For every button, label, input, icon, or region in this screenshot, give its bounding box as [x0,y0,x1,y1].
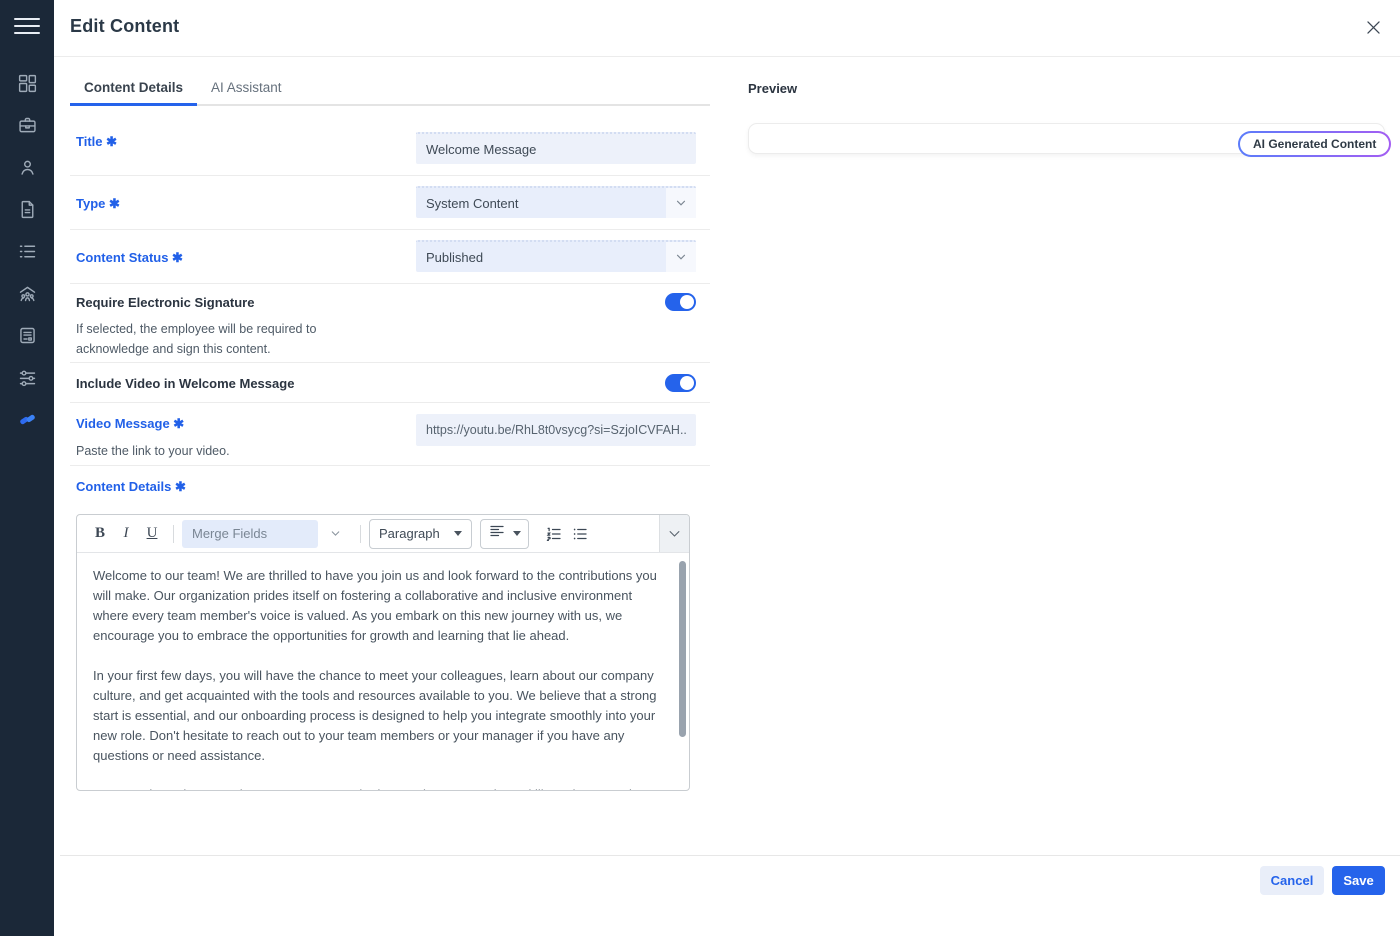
paragraph-style-value: Paragraph [379,526,440,541]
type-select-value: System Content [416,196,666,211]
editor-paragraph: In your first few days, you will have th… [93,666,663,767]
content-status-select-value: Published [416,250,666,265]
notes-icon[interactable] [6,315,48,357]
briefcase-icon[interactable] [6,105,48,147]
close-icon[interactable] [1359,13,1387,41]
tab-ai-assistant[interactable]: AI Assistant [197,74,296,104]
tab-bar: Content Details AI Assistant [70,74,710,106]
rich-text-editor: B I U Merge Fields Paragraph [76,514,690,791]
footer-divider [60,855,1400,856]
brand-logo-icon[interactable] [6,399,48,441]
toolbar-expand-button[interactable] [659,515,689,552]
paragraph-style-dropdown[interactable]: Paragraph [369,519,472,549]
edit-content-panel: Edit Content Content Details AI Assistan… [54,0,1400,936]
preview-label: Preview [748,81,797,96]
hamburger-menu-icon[interactable] [14,13,40,39]
editor-content[interactable]: Welcome to our team! We are thrilled to … [77,553,689,791]
sidebar-nav [6,63,48,441]
tab-content-details[interactable]: Content Details [70,74,197,104]
user-icon[interactable] [6,147,48,189]
document-icon[interactable] [6,189,48,231]
video-message-row: Video Message ✱ Paste the link to your v… [70,403,710,466]
toolbar-divider [360,525,361,543]
include-video-row: Include Video in Welcome Message [70,363,710,403]
content-form: Title ✱ Type ✱ System Content Content St… [70,118,710,791]
dashboard-icon[interactable] [6,63,48,105]
merge-fields-dropdown[interactable]: Merge Fields [182,520,318,548]
chevron-down-icon [666,242,696,272]
ordered-list-button[interactable] [541,520,567,548]
type-row: Type ✱ System Content [70,176,710,230]
chevron-down-icon [666,188,696,218]
include-video-toggle[interactable] [665,374,696,392]
editor-paragraph: Welcome to our team! We are thrilled to … [93,566,663,647]
electronic-signature-description: If selected, the employee will be requir… [76,319,336,359]
editor-scrollbar[interactable] [679,561,686,737]
caret-down-icon [454,531,462,536]
italic-button[interactable]: I [113,520,139,548]
video-message-label: Video Message ✱ [76,416,184,432]
bold-button[interactable]: B [87,520,113,548]
cancel-button[interactable]: Cancel [1260,866,1324,895]
content-status-row: Content Status ✱ Published [70,230,710,284]
organization-icon[interactable] [6,273,48,315]
chevron-down-icon[interactable] [318,520,352,548]
text-align-dropdown[interactable] [480,519,529,549]
electronic-signature-toggle[interactable] [665,293,696,311]
editor-toolbar: B I U Merge Fields Paragraph [77,515,689,553]
type-select[interactable]: System Content [416,186,696,218]
app-sidebar [0,0,54,936]
video-message-description: Paste the link to your video. [76,441,230,461]
panel-header: Edit Content [54,0,1400,57]
save-button[interactable]: Save [1332,866,1385,895]
list-icon[interactable] [6,231,48,273]
title-label: Title ✱ [76,134,117,150]
align-left-icon [488,522,506,545]
bullet-list-button[interactable] [567,520,593,548]
content-details-label: Content Details ✱ [76,479,710,495]
title-row: Title ✱ [70,118,710,176]
electronic-signature-row: Require Electronic Signature If selected… [70,284,710,363]
content-status-label: Content Status ✱ [76,250,183,266]
editor-paragraph: Once again, welcome to the team! We are … [93,785,663,791]
ai-generated-content-badge: AI Generated Content [1238,131,1391,157]
title-input[interactable] [416,132,696,164]
type-label: Type ✱ [76,196,120,212]
electronic-signature-label: Require Electronic Signature [76,295,254,310]
caret-down-icon [513,531,521,536]
page-title: Edit Content [70,16,179,37]
video-message-input[interactable] [416,414,696,446]
include-video-label: Include Video in Welcome Message [76,376,294,391]
workflow-settings-icon[interactable] [6,357,48,399]
toolbar-divider [173,525,174,543]
content-status-select[interactable]: Published [416,240,696,272]
underline-button[interactable]: U [139,520,165,548]
